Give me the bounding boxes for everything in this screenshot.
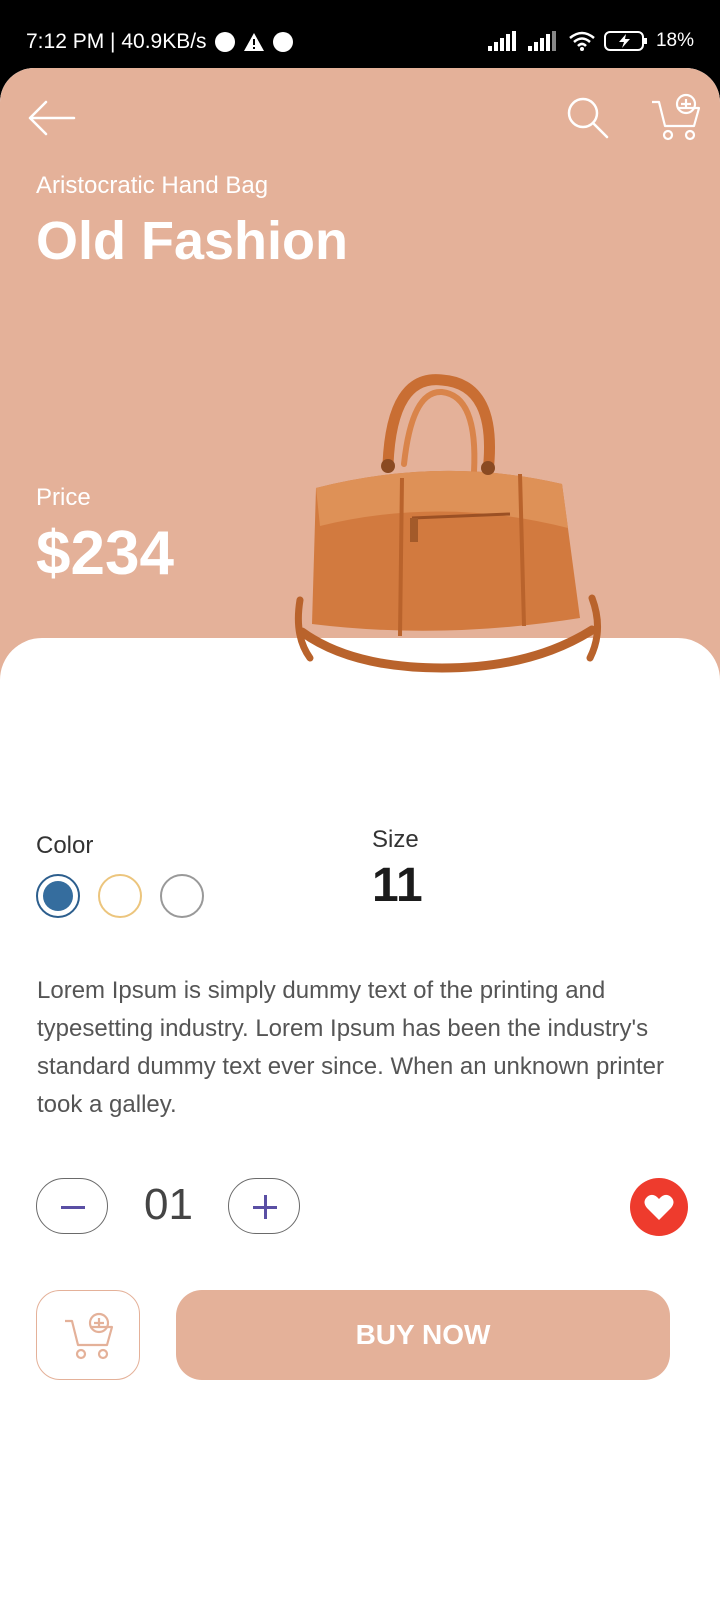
product-screen: Aristocratic Hand Bag Old Fashion Price …	[0, 68, 720, 1600]
search-button[interactable]	[566, 96, 610, 140]
favorite-button[interactable]	[630, 1178, 688, 1236]
product-title: Old Fashion	[36, 211, 349, 271]
price-value: $234	[36, 519, 174, 588]
arrow-left-icon	[28, 100, 76, 136]
price-label: Price	[36, 484, 91, 511]
cart-plus-icon	[65, 1312, 114, 1360]
product-description: Lorem Ipsum is simply dummy text of the …	[37, 977, 664, 1118]
size-label: Size	[372, 826, 419, 853]
product-bag-image	[294, 374, 601, 673]
add-to-cart-button[interactable]	[36, 1290, 140, 1380]
cart-button[interactable]	[650, 92, 702, 142]
size-value[interactable]: 11	[372, 858, 423, 913]
wifi-icon	[569, 31, 595, 51]
cart-plus-icon	[652, 93, 701, 141]
battery-charging-icon	[603, 31, 647, 51]
heart-icon	[644, 1194, 674, 1220]
color-label: Color	[36, 832, 94, 859]
battery-level: 18%	[655, 30, 694, 51]
status-bar: 7:12 PM | 40.9KB/s 18%	[0, 0, 720, 68]
notification-app-icon	[214, 32, 235, 52]
status-left: 7:12 PM | 40.9KB/s	[26, 30, 293, 54]
notification-app-icon	[272, 32, 293, 52]
warning-icon	[243, 33, 264, 51]
quantity-value: 01	[144, 1180, 193, 1229]
status-time-speed: 7:12 PM | 40.9KB/s	[26, 30, 207, 53]
status-right: 18%	[487, 30, 694, 52]
increase-quantity-button[interactable]	[228, 1178, 300, 1234]
back-button[interactable]	[26, 100, 76, 136]
signal-icon	[487, 31, 516, 51]
color-swatch-yellow[interactable]	[98, 874, 142, 918]
decrease-quantity-button[interactable]	[36, 1178, 108, 1234]
buy-now-button[interactable]: BUY NOW	[176, 1290, 670, 1380]
color-swatches	[36, 874, 204, 918]
search-icon	[567, 97, 609, 139]
product-subtitle: Aristocratic Hand Bag	[36, 172, 269, 199]
signal-icon	[527, 31, 556, 51]
color-swatch-gray[interactable]	[160, 874, 204, 918]
color-swatch-blue[interactable]	[36, 874, 80, 918]
notification-icons	[214, 32, 293, 52]
